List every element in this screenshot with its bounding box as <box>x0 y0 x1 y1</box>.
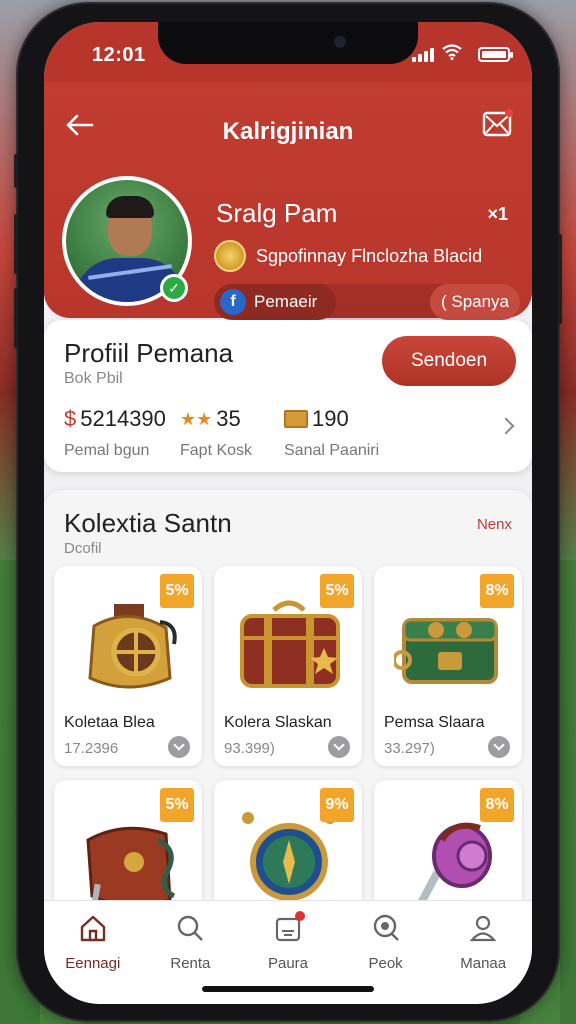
collection-subtitle: Dcofil <box>64 540 102 557</box>
profile-card: Profiil Pemana Bok Pbil Sendoen $5214390… <box>44 320 532 472</box>
stat-stars-value: 35 <box>216 406 241 431</box>
discount-badge: 8% <box>480 788 514 822</box>
tab-profile-label: Manaa <box>460 955 507 972</box>
user-name: Sralg Pam <box>216 198 338 228</box>
volume-up-button <box>14 214 18 274</box>
profile-subtitle: Bok Pbil <box>64 370 123 387</box>
mail-icon[interactable] <box>482 108 514 138</box>
collection-card: Kolextia Santn Dcofil Nenx 5% Koletaa Bl… <box>44 490 532 980</box>
magnifier-icon <box>373 914 399 941</box>
notch <box>158 22 418 64</box>
chevron-down-icon[interactable] <box>168 736 190 758</box>
tab-market-label: Paura <box>267 955 308 972</box>
discount-badge: 5% <box>160 788 194 822</box>
wifi-icon <box>442 44 462 60</box>
chevron-down-icon[interactable] <box>488 736 510 758</box>
status-time: 12:01 <box>92 44 146 66</box>
discount-badge: 8% <box>480 574 514 608</box>
item-name: Kolera Slaskan <box>224 714 332 731</box>
send-button[interactable]: Sendoen <box>382 336 516 386</box>
tab-peek-label: Peok <box>368 955 403 972</box>
search-icon <box>178 915 204 941</box>
notification-dot <box>294 911 305 921</box>
profile-icon <box>469 915 497 942</box>
mute-switch <box>14 154 18 188</box>
profile-title: Profiil Pemana <box>64 338 234 368</box>
user-badge: ×1 <box>487 204 508 224</box>
star-icon: ★★ <box>180 408 213 429</box>
tab-search-label: Renta <box>170 955 211 972</box>
tab-home-label: Eennagi <box>65 955 121 972</box>
profile-header: Kalrigjinian ✓ Sralg Pam ×1 Sgpofinnay F… <box>44 78 532 320</box>
collection-item[interactable]: 5% Koletaa Blea 17.2396 <box>54 566 202 766</box>
chevron-down-icon[interactable] <box>328 736 350 758</box>
collection-item[interactable]: 8% Pemsa Slaara 33.297) <box>374 566 522 766</box>
header-title: Kalrigjinian <box>222 118 354 145</box>
club-name: Sgpofinnay Flnclozha Blacid <box>256 246 483 266</box>
stat-stars: ★★ 35 Fapt Kosk <box>180 406 252 460</box>
item-price: 93.399) <box>224 740 275 757</box>
home-indicator <box>202 986 374 992</box>
volume-down-button <box>14 288 18 348</box>
stat-balance: $5214390 Pemal bgun <box>64 406 166 460</box>
stat-items-label: Sanal Paaniri <box>284 442 380 459</box>
app-screen: 12:01 Kalrigjinian ✓ Sralg Pam ×1 Sgpofi… <box>44 22 532 1004</box>
facebook-pill-label: Pemaeir <box>254 292 318 311</box>
stat-items: 190 Sanal Paaniri <box>284 406 379 460</box>
chevron-right-icon[interactable] <box>497 417 515 435</box>
hair <box>106 196 154 218</box>
battery-icon <box>478 47 513 62</box>
item-price: 33.297) <box>384 740 435 757</box>
stat-balance-value: 5214390 <box>80 406 166 431</box>
facebook-icon: f <box>220 289 246 315</box>
social-pills: f Pemaeir ( Spanya <box>214 284 520 320</box>
collection-item[interactable]: 5% Kolera Slaskan 93.399) <box>214 566 362 766</box>
flag-icon <box>284 410 308 428</box>
camera <box>334 36 346 48</box>
dollar-icon: $ <box>64 406 77 431</box>
stat-stars-label: Fapt Kosk <box>180 442 253 459</box>
verified-check-icon: ✓ <box>160 274 188 302</box>
item-price: 17.2396 <box>64 740 119 757</box>
see-more-link[interactable]: Nenx <box>477 516 512 533</box>
signal-icon <box>412 48 434 62</box>
item-name: Pemsa Slaara <box>384 714 485 731</box>
tab-profile[interactable]: Manaa <box>438 913 528 1004</box>
facebook-pill[interactable]: f Pemaeir <box>214 284 336 320</box>
stat-items-value: 190 <box>312 406 349 431</box>
item-name: Koletaa Blea <box>64 714 155 731</box>
tab-home[interactable]: Eennagi <box>48 913 138 1004</box>
country-pill[interactable]: ( Spanya <box>430 284 520 320</box>
discount-badge: 9% <box>320 788 354 822</box>
power-button <box>558 234 562 324</box>
discount-badge: 5% <box>160 574 194 608</box>
home-icon <box>80 915 105 942</box>
collection-title: Kolextia Santn <box>64 508 232 538</box>
stat-balance-label: Pemal bgun <box>64 442 150 459</box>
coin-icon <box>214 240 246 272</box>
discount-badge: 5% <box>320 574 354 608</box>
